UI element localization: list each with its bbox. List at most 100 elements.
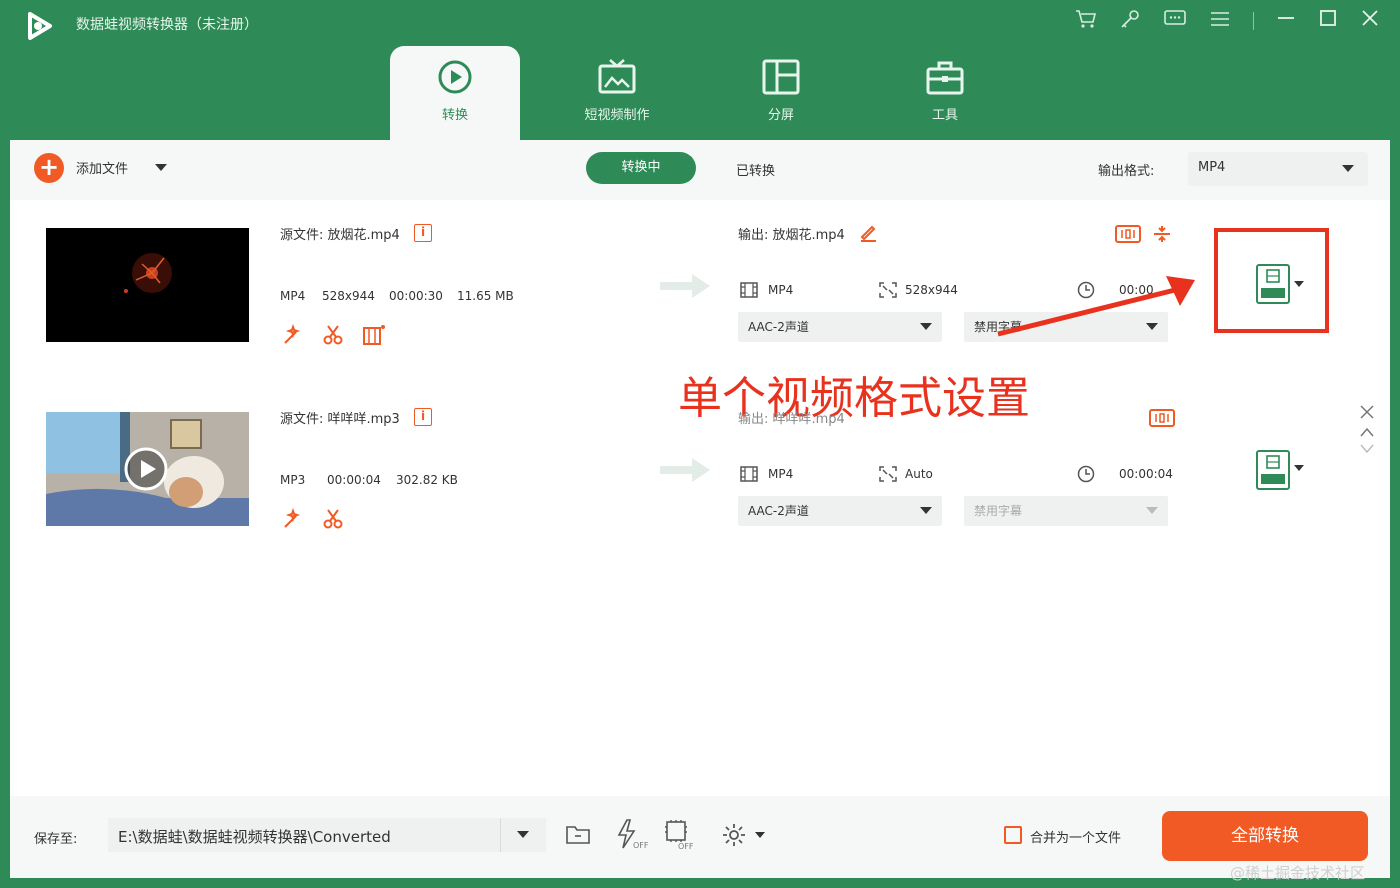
svg-text:OFF: OFF — [633, 841, 648, 850]
annotation-text: 单个视频格式设置 — [678, 373, 1030, 424]
tab-short-video-label: 短视频制作 — [584, 108, 650, 123]
chat-icon[interactable] — [1163, 9, 1187, 34]
gear-icon[interactable] — [721, 822, 747, 852]
output-file-label: 输出: 放烟花.mp4 — [738, 228, 845, 243]
move-down-icon[interactable] — [1359, 439, 1375, 458]
tab-convert[interactable]: 转换 — [390, 46, 520, 140]
enhance-icon[interactable] — [282, 323, 304, 350]
output-format-value: MP4 — [1198, 160, 1226, 175]
video-thumbnail[interactable] — [46, 228, 249, 342]
output-resolution: 528x944 — [905, 283, 958, 297]
tab-short-video[interactable]: 短视频制作 — [552, 46, 682, 140]
source-duration: 00:00:04 — [327, 473, 381, 487]
convert-all-button[interactable]: 全部转换 — [1162, 811, 1368, 861]
maximize-icon[interactable] — [1318, 8, 1338, 34]
output-format-label: 输出格式: — [1098, 164, 1155, 179]
save-path-input[interactable]: E:\数据蛙\数据蛙视频转换器\Converted — [108, 818, 546, 852]
gpu-acceleration-icon[interactable]: OFF — [662, 818, 696, 854]
app-title: 数据蛙视频转换器（未注册） — [76, 17, 258, 33]
arrow-right-icon — [658, 454, 712, 490]
toolbox-icon — [926, 61, 964, 95]
format-dropdown-icon[interactable] — [1294, 465, 1304, 471]
source-size: 302.82 KB — [396, 473, 458, 487]
chevron-down-icon — [1146, 507, 1158, 514]
rename-icon[interactable] — [858, 222, 878, 246]
source-format: MP3 — [280, 473, 306, 487]
chevron-down-icon — [920, 507, 932, 514]
settings-dropdown-icon[interactable] — [755, 832, 765, 838]
subtitle-select: 禁用字幕 — [964, 496, 1168, 526]
svg-text:OFF: OFF — [678, 842, 694, 850]
tab-converting[interactable]: 转换中 — [586, 152, 696, 184]
tab-tools-label: 工具 — [931, 108, 958, 123]
hardware-acceleration-icon[interactable]: OFF — [614, 818, 649, 854]
annotation-arrow — [990, 268, 1210, 344]
convert-icon — [438, 60, 472, 94]
watermark: @稀土掘金技术社区 — [1230, 864, 1366, 882]
arrow-right-icon — [658, 270, 712, 306]
folder-icon[interactable] — [565, 822, 591, 850]
resolution-icon — [879, 466, 897, 486]
output-format: MP4 — [768, 467, 794, 481]
save-path-dropdown-icon[interactable] — [517, 831, 529, 838]
film-icon — [740, 466, 758, 486]
output-file-label: 输出: 咩咩咩.mp4 — [738, 412, 845, 427]
source-file-label: 源文件: 放烟花.mp4 — [280, 228, 400, 243]
tab-converted[interactable]: 已转换 — [736, 160, 775, 179]
source-duration: 00:00:30 — [389, 289, 443, 303]
source-format: MP4 — [280, 289, 306, 303]
audio-track-value: AAC-2声道 — [748, 504, 809, 518]
info-icon[interactable]: i — [414, 408, 432, 426]
audio-track-select[interactable]: AAC-2声道 — [738, 312, 942, 342]
output-resolution: Auto — [905, 467, 933, 481]
compress-icon[interactable] — [1149, 408, 1175, 432]
titlebar-divider — [1253, 12, 1254, 30]
merge-arrows-icon[interactable] — [1152, 224, 1172, 248]
audio-track-select[interactable]: AAC-2声道 — [738, 496, 942, 526]
film-icon — [740, 282, 758, 302]
menu-icon[interactable] — [1209, 9, 1231, 33]
tab-convert-label: 转换 — [441, 108, 468, 123]
audio-track-value: AAC-2声道 — [748, 320, 809, 334]
clock-icon — [1077, 465, 1095, 487]
output-duration: 00:00:04 — [1119, 467, 1173, 481]
merge-label[interactable]: 合并为一个文件 — [1030, 827, 1121, 846]
chevron-down-icon — [920, 323, 932, 330]
output-format: MP4 — [768, 283, 794, 297]
key-icon[interactable] — [1119, 9, 1141, 34]
split-screen-icon — [762, 59, 800, 95]
merge-checkbox[interactable] — [1004, 826, 1022, 844]
close-icon[interactable] — [1360, 8, 1380, 34]
add-file-label[interactable]: 添加文件 — [76, 158, 128, 177]
source-resolution: 528x944 — [322, 289, 375, 303]
add-file-dropdown-icon[interactable] — [155, 164, 167, 171]
output-format-select[interactable]: MP4 — [1188, 152, 1368, 186]
source-file-label: 源文件: 咩咩咩.mp3 — [280, 412, 400, 427]
subtitle-value: 禁用字幕 — [974, 504, 1023, 518]
edit-video-icon[interactable] — [362, 324, 386, 350]
chevron-down-icon — [1342, 165, 1354, 172]
info-icon[interactable]: i — [414, 224, 432, 242]
tab-split-screen[interactable]: 分屏 — [716, 46, 846, 140]
enhance-icon[interactable] — [282, 507, 304, 534]
minimize-icon[interactable] — [1276, 8, 1296, 34]
tv-icon — [598, 59, 636, 94]
video-thumbnail[interactable] — [46, 412, 249, 526]
cart-icon[interactable] — [1075, 9, 1097, 34]
titlebar-controls — [1075, 8, 1380, 34]
cut-icon[interactable] — [322, 508, 344, 534]
tab-tools[interactable]: 工具 — [880, 46, 1010, 140]
cut-icon[interactable] — [322, 324, 344, 350]
path-divider — [500, 818, 501, 852]
save-to-label: 保存至: — [34, 832, 78, 847]
highlight-box — [1214, 228, 1329, 333]
resolution-icon — [879, 282, 897, 302]
source-size: 11.65 MB — [457, 289, 514, 303]
add-file-button[interactable]: + — [34, 153, 64, 183]
app-logo-icon — [24, 10, 56, 42]
toolbar — [10, 140, 1390, 200]
mp4-format-icon[interactable] — [1256, 450, 1290, 494]
compress-icon[interactable] — [1115, 224, 1141, 248]
remove-item-icon[interactable] — [1359, 404, 1375, 424]
tab-split-screen-label: 分屏 — [767, 108, 794, 123]
